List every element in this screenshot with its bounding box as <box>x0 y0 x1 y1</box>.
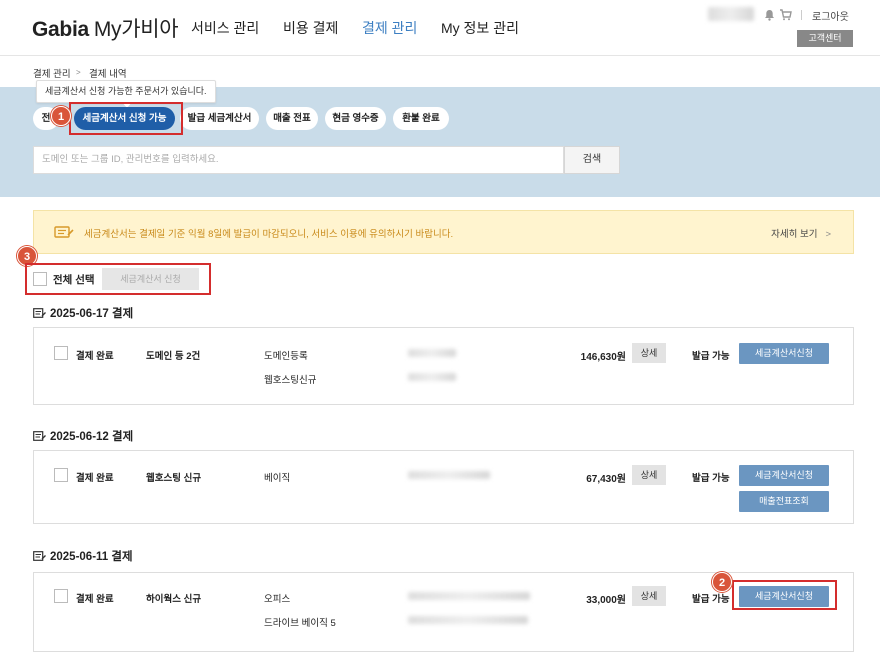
filter-chip-issued-invoice[interactable]: 발급 세금계산서 <box>180 107 259 130</box>
notice-more-link[interactable]: 자세히 보기 > <box>771 226 831 240</box>
row-checkbox[interactable] <box>54 468 68 482</box>
receipt-icon <box>33 431 46 441</box>
payment-status: 결제 완료 <box>76 473 114 484</box>
order-title: 웹호스팅 신규 <box>146 473 202 484</box>
filter-chip-sales-slip[interactable]: 매출 전표 <box>266 107 318 130</box>
order-title: 하이웍스 신규 <box>146 594 202 605</box>
payment-status: 결제 완료 <box>76 351 114 362</box>
issue-status: 발급 가능 <box>692 473 730 484</box>
search-input[interactable]: 도메인 또는 그룹 ID, 관리번호를 입력하세요. <box>33 146 564 174</box>
chevron-right-icon: > <box>825 229 831 240</box>
memo-icon <box>54 225 74 244</box>
notice-text: 세금계산서는 결제일 기준 익월 8일에 발급이 마감되오니, 서비스 이용에 … <box>84 229 454 240</box>
payment-date-heading: 2025-06-11 결제 <box>33 548 133 564</box>
cart-icon[interactable] <box>779 8 792 26</box>
payment-amount: 146,630원 <box>580 352 626 363</box>
divider <box>801 10 802 20</box>
breadcrumb-item-payment-history: 결제 내역 <box>89 69 127 80</box>
issue-status: 발급 가능 <box>692 351 730 362</box>
customer-center-button[interactable]: 고객센터 <box>797 30 853 47</box>
breadcrumb-item-payment-management[interactable]: 결제 관리 <box>33 66 71 80</box>
select-all-label: 전체 선택 <box>53 274 95 286</box>
sales-slip-view-button[interactable]: 매출전표조회 <box>739 491 829 512</box>
invoice-request-button[interactable]: 세금계산서신청 <box>739 465 829 486</box>
logo[interactable]: Gabia My가비아 <box>32 13 179 43</box>
notice-banner: 세금계산서는 결제일 기준 익월 8일에 발급이 마감되오니, 서비스 이용에 … <box>33 210 854 254</box>
invoice-request-button[interactable]: 세금계산서신청 <box>739 343 829 364</box>
issue-status: 발급 가능 <box>692 594 730 605</box>
row-checkbox[interactable] <box>54 589 68 603</box>
email-blurred <box>408 616 528 624</box>
payment-date-heading: 2025-06-12 결제 <box>33 428 133 444</box>
order-title: 도메인 등 2건 <box>146 351 201 362</box>
email-blurred <box>408 592 530 600</box>
nav-service-management[interactable]: 서비스 관리 <box>191 18 259 38</box>
receipt-icon <box>33 551 46 561</box>
select-all-checkbox[interactable] <box>33 272 47 286</box>
payment-date: 2025-06-17 결제 <box>50 308 134 320</box>
tooltip-invoice-available: 세금계산서 신청 가능한 주문서가 있습니다. <box>36 80 216 108</box>
highlight-box-2 <box>732 580 837 610</box>
top-header: Gabia My가비아 서비스 관리 비용 결제 결제 관리 My 정보 관리 로… <box>0 0 880 56</box>
payment-amount: 33,000원 <box>586 595 626 606</box>
payment-card: 결제 완료 도메인 등 2건 도메인등록 웹호스팅신규 146,630원 상세 … <box>33 327 854 405</box>
payment-card: 결제 완료 웹호스팅 신규 베이직 67,430원 상세 발급 가능 세금계산서… <box>33 450 854 524</box>
logout-link[interactable]: 로그아웃 <box>812 8 849 23</box>
search-button[interactable]: 검색 <box>564 146 620 174</box>
payment-date-heading: 2025-06-17 결제 <box>33 305 133 321</box>
payment-date: 2025-06-11 결제 <box>50 551 133 563</box>
detail-button[interactable]: 상세 <box>632 343 666 363</box>
highlight-box-1 <box>69 102 183 135</box>
logo-sub: My가비아 <box>93 18 179 41</box>
bell-icon[interactable] <box>764 8 775 26</box>
email-blurred <box>408 471 490 479</box>
item-name: 베이직 <box>264 473 291 484</box>
domain-blurred <box>408 349 456 357</box>
chevron-right-icon: > <box>76 68 81 77</box>
nav-payment-management[interactable]: 결제 관리 <box>362 18 417 38</box>
notice-more-label: 자세히 보기 <box>771 229 818 240</box>
payment-date: 2025-06-12 결제 <box>50 431 134 443</box>
bulk-invoice-request-button[interactable]: 세금계산서 신청 <box>102 268 199 290</box>
item-name: 도메인등록 <box>264 351 308 362</box>
payment-amount: 67,430원 <box>586 474 626 485</box>
step-marker-2: 2 <box>712 572 732 592</box>
filter-chip-refund-complete[interactable]: 환불 완료 <box>393 107 449 130</box>
row-checkbox[interactable] <box>54 346 68 360</box>
user-name-blurred <box>708 7 754 21</box>
filter-chip-cash-receipt[interactable]: 현금 영수증 <box>325 107 386 130</box>
logo-brand: Gabia <box>32 18 89 41</box>
detail-button[interactable]: 상세 <box>632 465 666 485</box>
nav-cost-payment[interactable]: 비용 결제 <box>283 18 338 38</box>
payment-status: 결제 완료 <box>76 594 114 605</box>
item-name: 웹호스팅신규 <box>264 375 317 386</box>
detail-button[interactable]: 상세 <box>632 586 666 606</box>
domain-blurred <box>408 373 456 381</box>
nav-my-info[interactable]: My 정보 관리 <box>441 18 519 38</box>
item-name: 오피스 <box>264 594 291 605</box>
item-name: 드라이브 베이직 5 <box>264 618 336 629</box>
step-marker-1: 1 <box>51 106 71 126</box>
receipt-icon <box>33 308 46 318</box>
